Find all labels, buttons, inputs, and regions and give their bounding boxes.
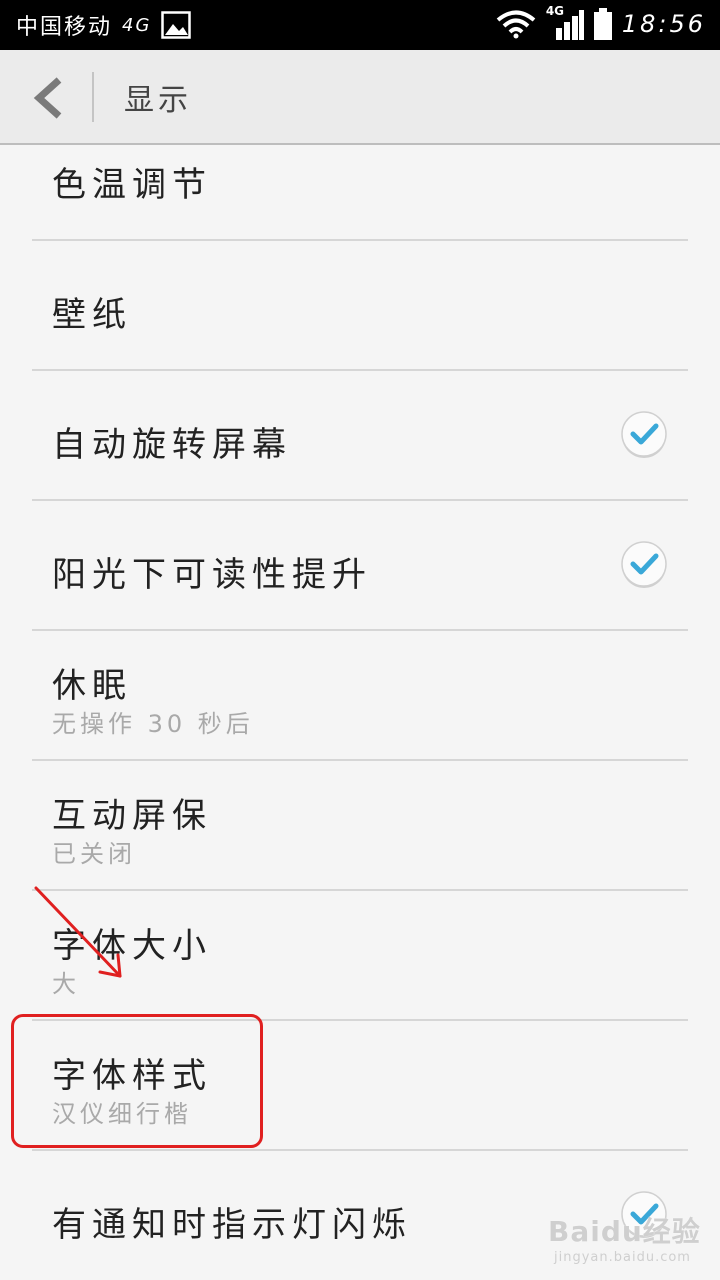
setting-subtitle: 汉仪细行楷 bbox=[52, 1100, 192, 1128]
setting-notification-light[interactable]: 有通知时指示灯闪烁 bbox=[0, 1150, 720, 1280]
cellular-signal-icon: 4G bbox=[546, 4, 584, 40]
setting-interactive-screensaver[interactable]: 互动屏保 已关闭 bbox=[0, 760, 720, 891]
setting-sunlight-readability[interactable]: 阳光下可读性提升 bbox=[0, 500, 720, 631]
setting-title: 色温调节 bbox=[52, 165, 212, 205]
image-notification-icon bbox=[161, 11, 192, 39]
settings-screen: 中国移动 4G 4G 18:56 显示 色温调节 壁纸 自动旋转屏幕 阳光下可读… bbox=[0, 0, 720, 1280]
battery-icon bbox=[593, 8, 612, 40]
status-left: 中国移动 4G bbox=[16, 9, 192, 41]
setting-auto-rotate[interactable]: 自动旋转屏幕 bbox=[0, 370, 720, 501]
checkbox-checked-icon[interactable] bbox=[618, 1189, 670, 1241]
checkbox-checked-icon[interactable] bbox=[618, 409, 670, 461]
checkbox-checked-icon[interactable] bbox=[618, 539, 670, 591]
setting-title: 自动旋转屏幕 bbox=[52, 425, 292, 465]
setting-subtitle: 无操作 30 秒后 bbox=[52, 710, 254, 738]
setting-sleep[interactable]: 休眠 无操作 30 秒后 bbox=[0, 630, 720, 761]
network-type: 4G bbox=[122, 14, 152, 36]
setting-subtitle: 大 bbox=[52, 970, 80, 998]
setting-title: 字体大小 bbox=[52, 926, 212, 966]
setting-title: 休眠 bbox=[52, 666, 132, 706]
setting-color-temperature[interactable]: 色温调节 bbox=[0, 110, 720, 241]
status-time: 18:56 bbox=[621, 10, 706, 38]
setting-title: 壁纸 bbox=[52, 295, 132, 335]
wifi-icon bbox=[496, 10, 536, 39]
setting-font-size[interactable]: 字体大小 大 bbox=[0, 890, 720, 1021]
setting-title: 阳光下可读性提升 bbox=[52, 555, 372, 595]
setting-title: 字体样式 bbox=[52, 1056, 212, 1096]
setting-font-style[interactable]: 字体样式 汉仪细行楷 bbox=[0, 1020, 720, 1151]
setting-title: 互动屏保 bbox=[52, 796, 212, 836]
status-bar: 中国移动 4G 4G 18:56 bbox=[0, 0, 720, 50]
setting-wallpaper[interactable]: 壁纸 bbox=[0, 240, 720, 371]
status-right: 4G 18:56 bbox=[496, 4, 706, 40]
setting-title: 有通知时指示灯闪烁 bbox=[52, 1205, 412, 1245]
carrier-name: 中国移动 bbox=[16, 15, 113, 40]
setting-subtitle: 已关闭 bbox=[52, 840, 136, 868]
